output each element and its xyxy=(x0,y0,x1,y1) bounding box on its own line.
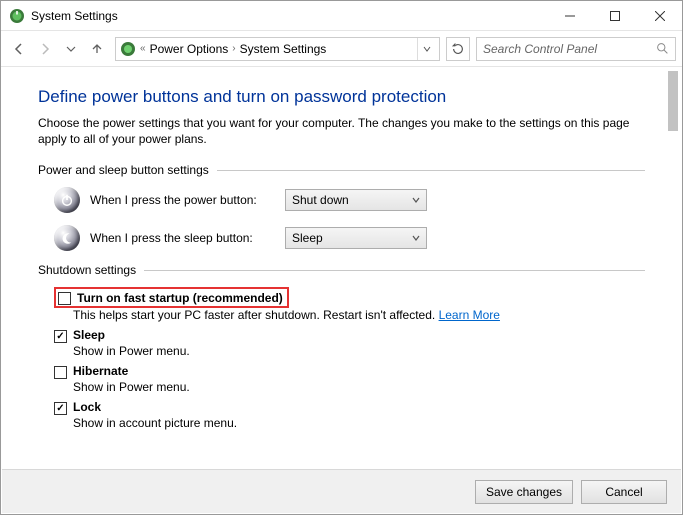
section-shutdown-title: Shutdown settings xyxy=(38,263,645,277)
minimize-button[interactable] xyxy=(547,1,592,31)
save-changes-button[interactable]: Save changes xyxy=(475,480,573,504)
forward-button[interactable] xyxy=(33,37,57,61)
search-placeholder: Search Control Panel xyxy=(483,42,597,56)
vertical-scrollbar[interactable] xyxy=(666,71,680,464)
hibernate-label: Hibernate xyxy=(73,364,128,378)
hibernate-desc: Show in Power menu. xyxy=(73,380,645,394)
page-title: Define power buttons and turn on passwor… xyxy=(38,87,645,107)
hibernate-checkbox[interactable] xyxy=(54,366,67,379)
app-icon xyxy=(9,8,25,24)
sleep-desc: Show in Power menu. xyxy=(73,344,645,358)
sleep-button-row: When I press the sleep button: Sleep xyxy=(54,225,645,251)
sleep-button-dropdown[interactable]: Sleep xyxy=(285,227,427,249)
refresh-button[interactable] xyxy=(446,37,470,61)
navbar: « Power Options › System Settings Search… xyxy=(1,31,682,67)
breadcrumb[interactable]: « Power Options › System Settings xyxy=(115,37,440,61)
recent-dropdown[interactable] xyxy=(59,37,83,61)
learn-more-link[interactable]: Learn More xyxy=(439,308,500,322)
breadcrumb-item[interactable]: Power Options xyxy=(150,42,229,56)
divider xyxy=(217,170,645,171)
power-button-row: When I press the power button: Shut down xyxy=(54,187,645,213)
chevron-right-icon: › xyxy=(232,43,235,54)
content: Define power buttons and turn on passwor… xyxy=(2,69,681,466)
cancel-button[interactable]: Cancel xyxy=(581,480,667,504)
divider xyxy=(144,270,645,271)
fast-startup-highlight: Turn on fast startup (recommended) xyxy=(54,287,289,308)
maximize-button[interactable] xyxy=(592,1,637,31)
chevron-icon: « xyxy=(140,43,146,54)
lock-label: Lock xyxy=(73,400,101,414)
lock-option-row: Lock xyxy=(54,400,645,415)
fast-startup-desc: This helps start your PC faster after sh… xyxy=(73,308,645,322)
intro-text: Choose the power settings that you want … xyxy=(38,115,645,147)
fast-startup-checkbox[interactable] xyxy=(58,292,71,305)
up-button[interactable] xyxy=(85,37,109,61)
search-icon xyxy=(656,42,669,55)
footer: Save changes Cancel xyxy=(2,469,681,513)
sleep-label: Sleep xyxy=(73,328,105,342)
breadcrumb-dropdown-icon[interactable] xyxy=(417,38,435,60)
window-title: System Settings xyxy=(31,9,547,23)
power-icon xyxy=(54,187,80,213)
section-power-sleep-title: Power and sleep button settings xyxy=(38,163,645,177)
lock-checkbox[interactable] xyxy=(54,402,67,415)
sleep-icon xyxy=(54,225,80,251)
hibernate-option-row: Hibernate xyxy=(54,364,645,379)
back-button[interactable] xyxy=(7,37,31,61)
fast-startup-label: Turn on fast startup (recommended) xyxy=(77,291,283,305)
breadcrumb-item[interactable]: System Settings xyxy=(240,42,327,56)
power-button-dropdown[interactable]: Shut down xyxy=(285,189,427,211)
sleep-option-row: Sleep xyxy=(54,328,645,343)
power-options-icon xyxy=(120,41,136,57)
chevron-down-icon xyxy=(412,234,420,242)
titlebar: System Settings xyxy=(1,1,682,31)
sleep-checkbox[interactable] xyxy=(54,330,67,343)
power-button-label: When I press the power button: xyxy=(90,193,285,207)
shutdown-settings-list: Turn on fast startup (recommended) This … xyxy=(54,287,645,430)
lock-desc: Show in account picture menu. xyxy=(73,416,645,430)
sleep-button-label: When I press the sleep button: xyxy=(90,231,285,245)
chevron-down-icon xyxy=(412,196,420,204)
scrollbar-thumb[interactable] xyxy=(668,71,678,131)
close-button[interactable] xyxy=(637,1,682,31)
search-input[interactable]: Search Control Panel xyxy=(476,37,676,61)
